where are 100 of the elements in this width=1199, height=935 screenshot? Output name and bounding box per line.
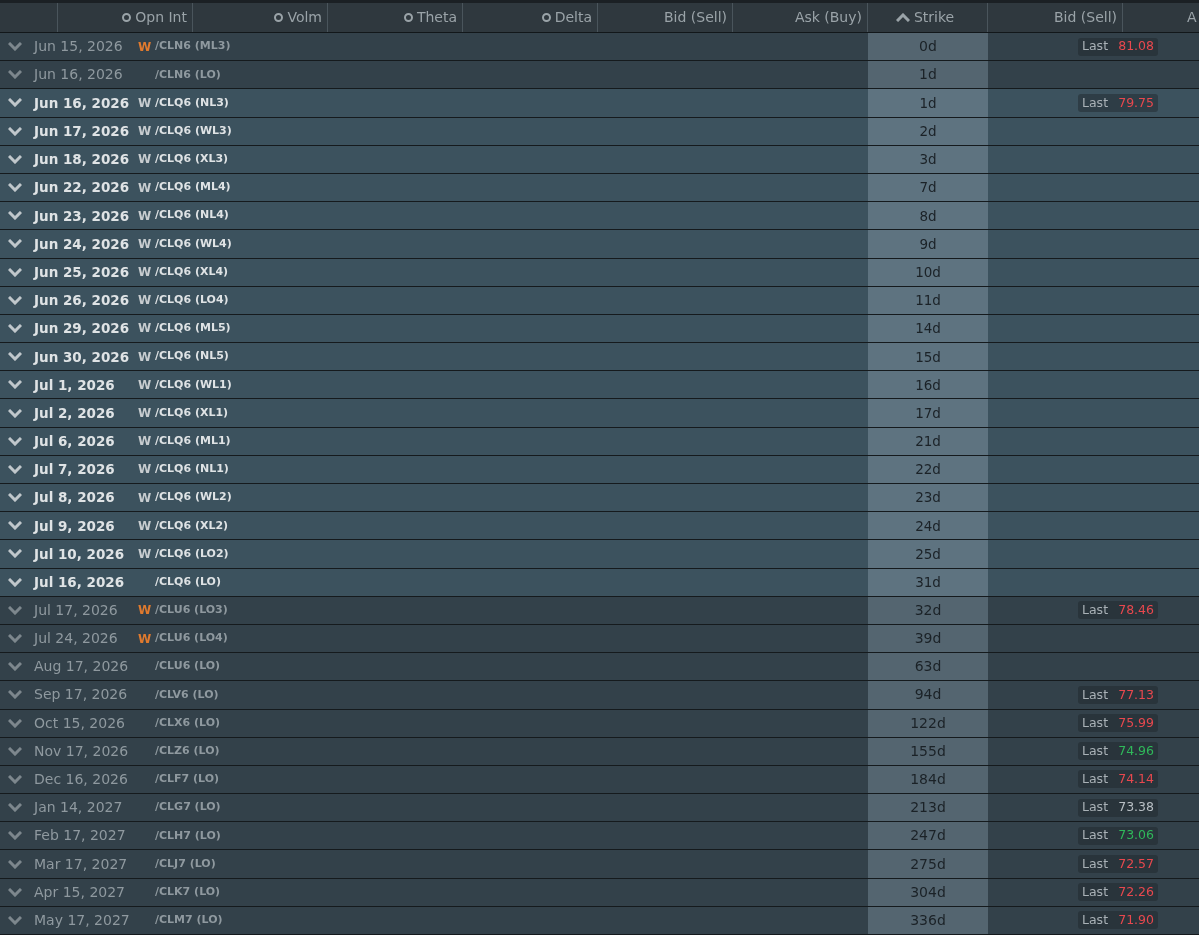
contract-symbol: /CLQ6 (XL2) <box>155 517 229 534</box>
column-header[interactable]: A <box>1187 7 1197 28</box>
days-to-expiry: 8d <box>919 206 937 226</box>
column-header[interactable]: Bid (Sell) <box>663 7 727 28</box>
last-price: 73.38 <box>1118 798 1154 817</box>
weekly-marker: W <box>138 123 153 141</box>
contract-symbol: /CLQ6 (WL4) <box>155 235 232 252</box>
column-header[interactable]: Delta <box>554 7 592 28</box>
last-price: 75.99 <box>1118 713 1154 732</box>
days-to-expiry: 39d <box>914 629 942 649</box>
contract-symbol: /CLU6 (LO3) <box>155 602 228 619</box>
contract-symbol: /CLQ6 (NL3) <box>155 94 229 111</box>
chevron-down-icon[interactable] <box>8 915 22 925</box>
chevron-down-icon[interactable] <box>8 436 22 446</box>
days-to-expiry: 94d <box>914 685 942 705</box>
contract-symbol: /CLQ6 (XL3) <box>155 151 229 168</box>
chevron-down-icon[interactable] <box>8 239 22 249</box>
last-price: 78.46 <box>1118 600 1154 619</box>
chevron-down-icon[interactable] <box>8 493 22 503</box>
last-price: 74.96 <box>1118 741 1154 760</box>
expiration-date: Jan 14, 2027 <box>34 798 124 818</box>
contract-symbol: /CLX6 (LO) <box>155 714 221 731</box>
days-to-expiry: 0d <box>919 37 937 57</box>
column-header[interactable]: Opn Int <box>135 7 187 28</box>
expiration-date: Sep 17, 2026 <box>34 685 129 705</box>
contract-symbol: /CLQ6 (ML1) <box>155 432 231 449</box>
circle-icon <box>122 13 132 22</box>
expiration-date: Jul 2, 2026 <box>34 403 116 423</box>
weekly-marker: W <box>138 376 153 394</box>
chevron-down-icon[interactable] <box>8 549 22 559</box>
column-header[interactable]: Volm <box>287 7 322 28</box>
days-to-expiry: 122d <box>910 713 946 733</box>
contract-symbol: /CLK7 (LO) <box>155 883 221 900</box>
last-price: 81.08 <box>1118 37 1154 56</box>
chevron-down-icon[interactable] <box>8 323 22 333</box>
chevron-down-icon[interactable] <box>8 408 22 418</box>
chevron-down-icon[interactable] <box>8 718 22 728</box>
last-label: Last <box>1082 798 1109 817</box>
weekly-marker: W <box>138 517 153 535</box>
expiration-date: Jun 16, 2026 <box>34 93 131 113</box>
contract-symbol: /CLQ6 (LO) <box>155 573 221 590</box>
weekly-marker: W <box>138 348 153 366</box>
weekly-marker: W <box>138 151 153 169</box>
days-to-expiry: 24d <box>915 516 941 536</box>
chevron-down-icon[interactable] <box>8 126 22 136</box>
last-label: Last <box>1082 741 1109 760</box>
chevron-down-icon[interactable] <box>8 746 22 756</box>
contract-symbol: /CLJ7 (LO) <box>155 855 216 872</box>
days-to-expiry: 22d <box>915 460 941 480</box>
chevron-down-icon[interactable] <box>8 464 22 474</box>
expiration-date: Mar 17, 2027 <box>34 854 129 874</box>
weekly-marker: W <box>138 94 153 112</box>
chevron-down-icon[interactable] <box>8 831 22 841</box>
chevron-down-icon[interactable] <box>8 183 22 193</box>
chevron-down-icon[interactable] <box>8 211 22 221</box>
last-label: Last <box>1082 685 1109 704</box>
last-price: 79.75 <box>1118 93 1154 112</box>
days-to-expiry: 14d <box>915 319 941 339</box>
column-header[interactable]: Strike <box>913 7 955 28</box>
chevron-down-icon[interactable] <box>8 267 22 277</box>
chevron-down-icon[interactable] <box>8 42 22 52</box>
column-header[interactable]: Ask (Buy) <box>794 7 862 28</box>
last-price: 73.06 <box>1118 826 1154 845</box>
expiration-date: Jun 17, 2026 <box>34 122 131 142</box>
contract-symbol: /CLQ6 (NL5) <box>155 348 229 365</box>
weekly-marker: W <box>138 433 153 451</box>
chevron-down-icon[interactable] <box>8 521 22 531</box>
chevron-down-icon[interactable] <box>8 634 22 644</box>
chevron-down-icon[interactable] <box>8 887 22 897</box>
column-header[interactable]: Bid (Sell) <box>1053 7 1117 28</box>
chevron-down-icon[interactable] <box>8 98 22 108</box>
chevron-down-icon[interactable] <box>8 774 22 784</box>
expiration-date: Oct 15, 2026 <box>34 713 126 733</box>
days-to-expiry: 63d <box>914 657 942 677</box>
chevron-down-icon[interactable] <box>8 662 22 672</box>
chevron-down-icon[interactable] <box>8 605 22 615</box>
days-to-expiry: 17d <box>915 403 941 423</box>
chevron-down-icon[interactable] <box>8 690 22 700</box>
last-price: 72.26 <box>1118 882 1154 901</box>
days-to-expiry: 275d <box>910 854 946 874</box>
last-label: Last <box>1082 882 1109 901</box>
chevron-down-icon[interactable] <box>8 154 22 164</box>
weekly-marker: W <box>138 545 153 563</box>
column-header[interactable]: Theta <box>416 7 457 28</box>
expiration-date: Jun 18, 2026 <box>34 150 131 170</box>
chevron-down-icon[interactable] <box>8 577 22 587</box>
days-to-expiry: 15d <box>915 347 941 367</box>
contract-symbol: /CLF7 (LO) <box>155 771 220 788</box>
chevron-down-icon[interactable] <box>8 803 22 813</box>
expiration-date: Jun 23, 2026 <box>34 206 131 226</box>
chevron-down-icon[interactable] <box>8 859 22 869</box>
weekly-marker: W <box>138 264 153 282</box>
expiration-date: Jun 25, 2026 <box>34 262 131 282</box>
chevron-down-icon[interactable] <box>8 70 22 80</box>
expiration-date: Aug 17, 2026 <box>34 657 130 677</box>
chevron-down-icon[interactable] <box>8 295 22 305</box>
last-label: Last <box>1082 826 1109 845</box>
contract-symbol: /CLQ6 (WL2) <box>155 489 232 506</box>
chevron-down-icon[interactable] <box>8 352 22 362</box>
chevron-down-icon[interactable] <box>8 380 22 390</box>
